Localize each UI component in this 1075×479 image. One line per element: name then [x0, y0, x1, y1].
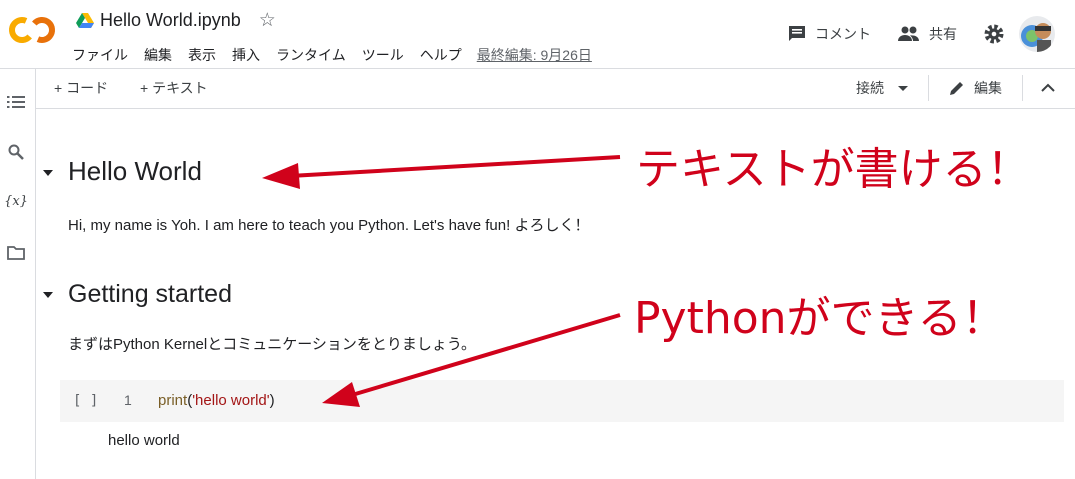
annotation-python-note: Pythonができる！ — [634, 293, 1006, 344]
arrowhead — [322, 382, 360, 407]
annotation-arrows — [262, 155, 621, 407]
annotation-text-note: テキストが書ける！ — [636, 144, 1031, 195]
arrow-to-code — [351, 313, 621, 397]
arrowhead — [262, 163, 300, 189]
arrow-to-heading — [289, 155, 621, 178]
